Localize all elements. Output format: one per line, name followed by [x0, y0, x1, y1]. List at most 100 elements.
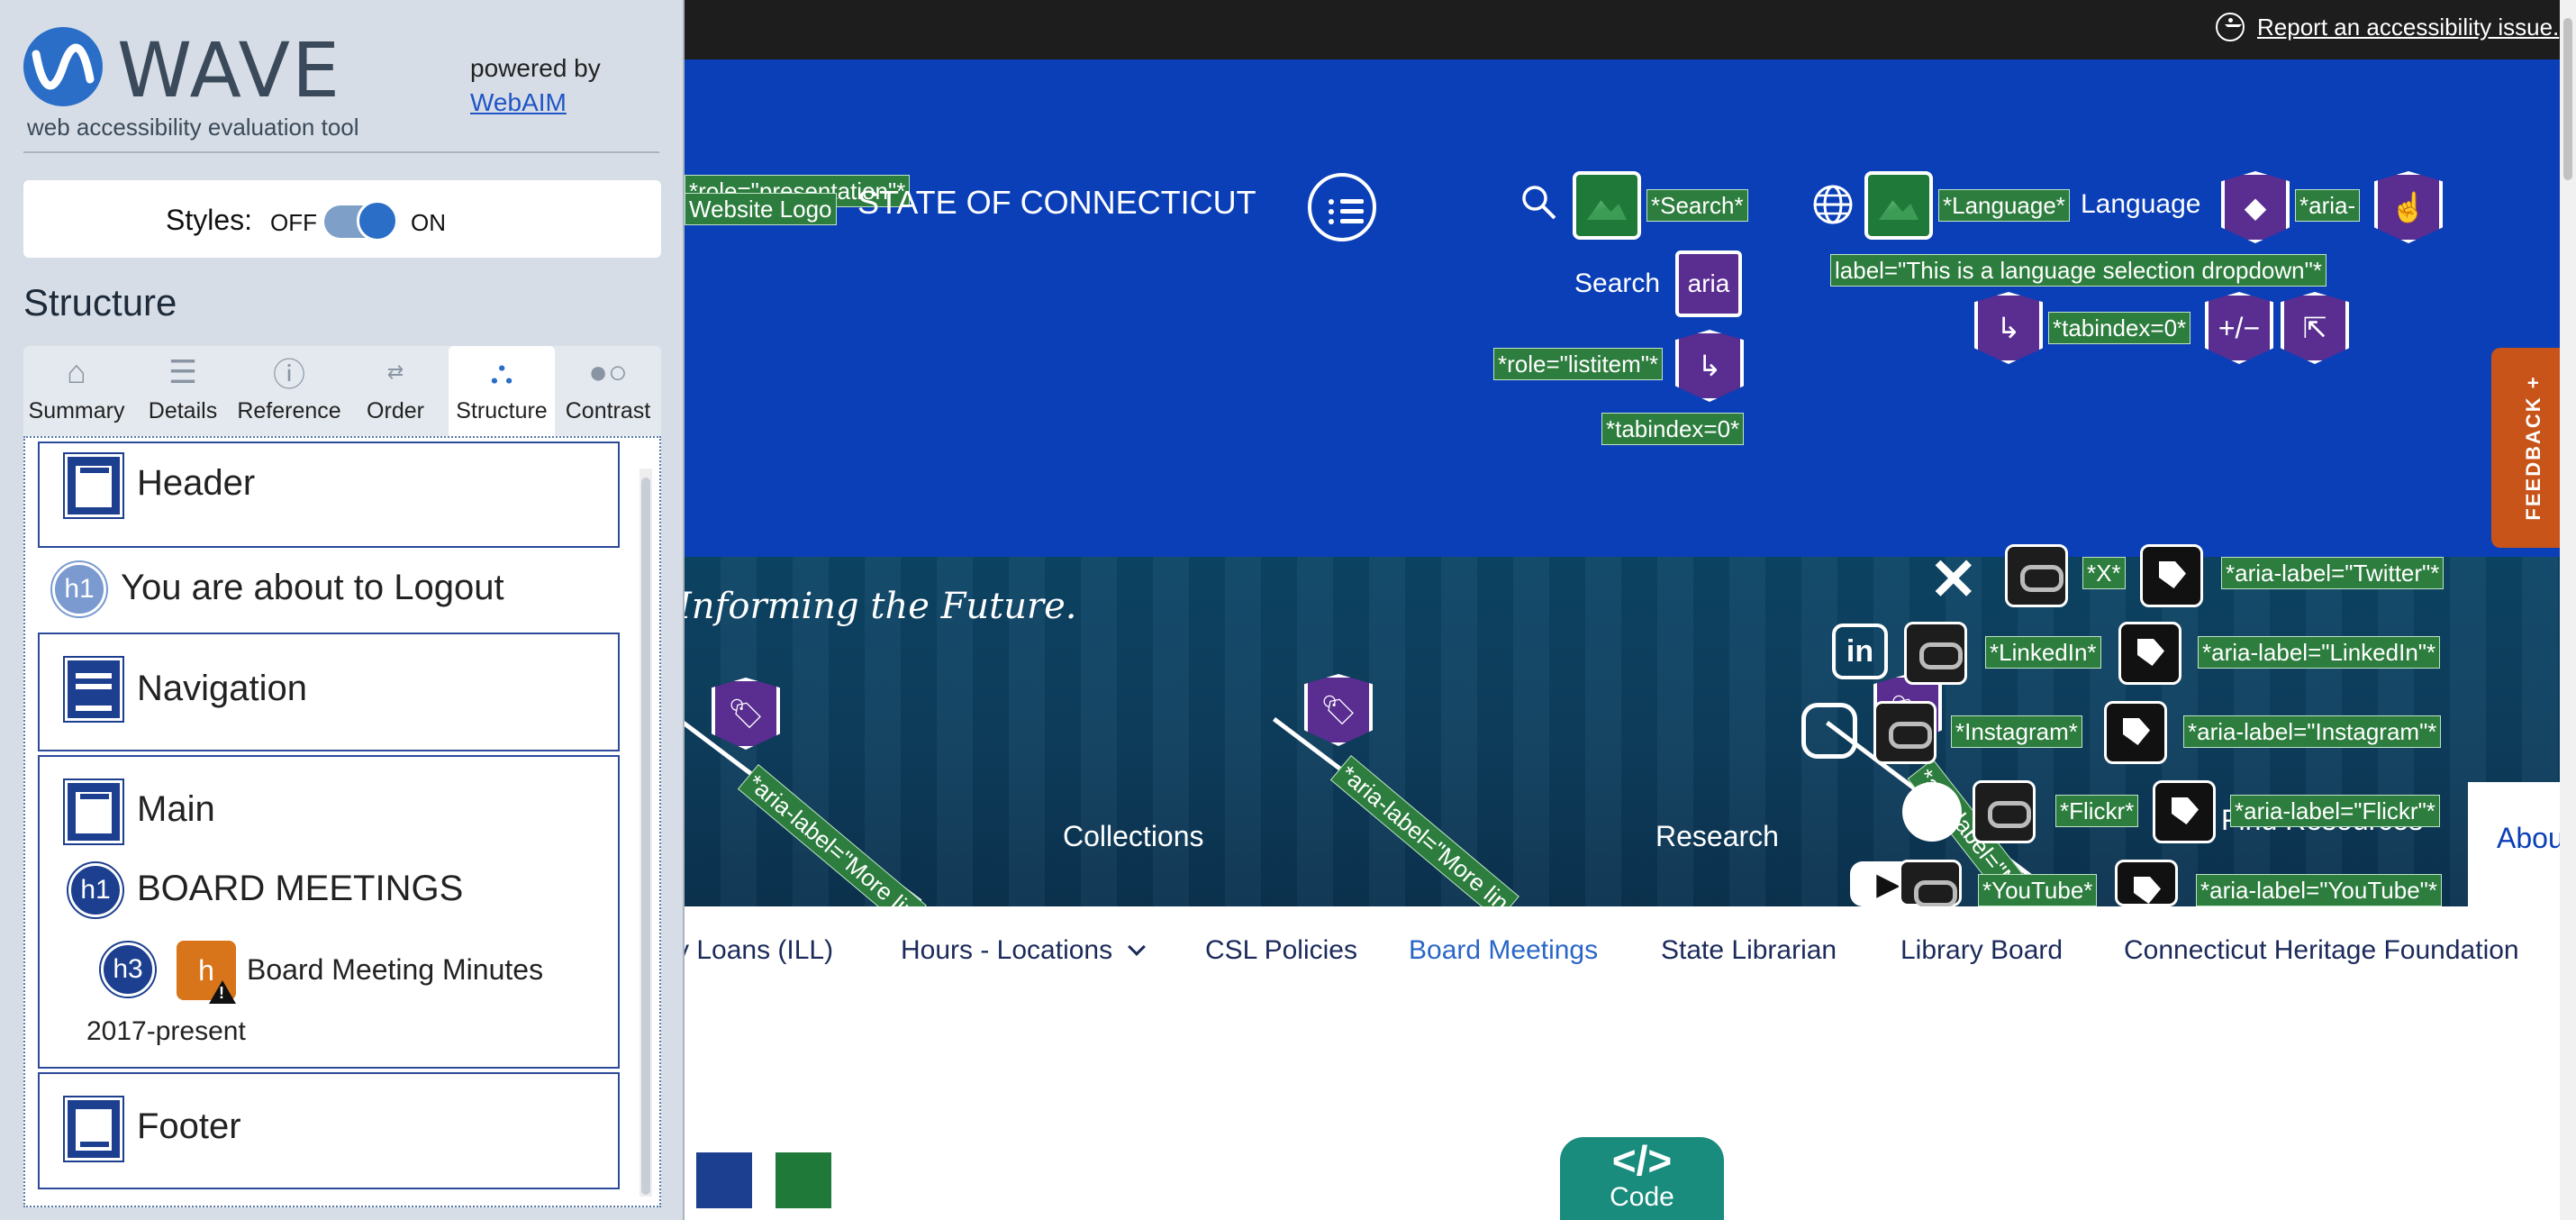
nav-collections[interactable]: Collections [1063, 820, 1204, 853]
home-icon: ⌂ [67, 353, 86, 390]
linkedin-icon[interactable]: in [1832, 624, 1888, 679]
wave-w-icon [32, 43, 95, 90]
wave-link-icon [1873, 701, 1937, 764]
region-footer[interactable] [38, 1072, 620, 1189]
heading-minutes-years: 2017-present [86, 1016, 246, 1046]
search-label[interactable]: Search [1574, 269, 1660, 299]
wave-tag-icon [2115, 860, 2178, 906]
accessibility-icon [2216, 13, 2245, 41]
webaim-link[interactable]: WebAIM [470, 88, 567, 117]
wave-subtitle: web accessibility evaluation tool [27, 114, 359, 141]
region-navigation-label: Navigation [137, 669, 308, 708]
wave-link-icon [1904, 622, 1967, 685]
wave-label-aria-lang-start: *aria- [2295, 189, 2361, 222]
subnav-library-board[interactable]: Library Board [1900, 935, 2063, 966]
styles-toggle-knob[interactable] [357, 200, 398, 241]
wave-tag-icon [2104, 701, 2167, 764]
report-accessibility-text: Report an accessibility issue. [2257, 13, 2560, 41]
tab-structure[interactable]: ⛬ Structure [449, 346, 555, 436]
main-region-icon [63, 778, 124, 845]
tab-label: Reference [237, 398, 341, 423]
nav-research[interactable]: Research [1655, 820, 1779, 853]
region-main-label: Main [137, 789, 215, 829]
globe-icon[interactable] [1812, 184, 1854, 225]
wave-title: WAVE [117, 26, 342, 114]
wave-label-tabindex: *tabindex=0* [2048, 312, 2191, 344]
tab-label: Contrast [565, 398, 651, 423]
instagram-icon[interactable] [1801, 703, 1857, 759]
subnav-state-librarian[interactable]: State Librarian [1661, 935, 1837, 966]
search-icon[interactable] [1520, 184, 1556, 220]
chevron-down-icon [1128, 938, 1147, 956]
wave-image-icon [1864, 171, 1933, 240]
tab-label: Structure [456, 398, 548, 423]
wave-label-aria-lang-end: label="This is a language selection drop… [1830, 254, 2327, 287]
region-navigation[interactable] [38, 633, 620, 751]
code-button[interactable]: </> Code [1560, 1137, 1724, 1220]
subnav-csl-policies[interactable]: CSL Policies [1205, 935, 1357, 966]
wave-label-aria-twitter: *aria-label="Twitter"* [2221, 557, 2444, 589]
language-label[interactable]: Language [2081, 189, 2200, 220]
hero-tagline: Informing the Future. [677, 586, 1077, 627]
tab-summary[interactable]: ⌂ Summary [23, 346, 130, 436]
popup-arrow-icon: ⇱ [2288, 299, 2342, 357]
powered-by-label: powered by [470, 54, 601, 82]
tab-label: Summary [28, 398, 125, 423]
tab-contrast[interactable]: ●○ Contrast [555, 346, 661, 436]
heading-logout[interactable]: You are about to Logout [121, 568, 504, 608]
tag-icon: 🏷 [719, 685, 773, 742]
hand-pointer-icon: ☝ [2381, 178, 2435, 236]
contrast-icon: ●○ [588, 353, 628, 390]
divider [23, 151, 659, 153]
subnav-board-meetings[interactable]: Board Meetings [1409, 935, 1598, 966]
wave-link-icon [1899, 860, 1962, 907]
tab-label: Order [367, 398, 424, 423]
heading-h1-icon: h1 [67, 861, 124, 919]
site-title[interactable]: STATE OF CONNECTICUT [857, 184, 1256, 222]
wave-link-icon [2005, 544, 2068, 607]
page-scrollbar[interactable] [2560, 0, 2576, 1220]
wave-logo-icon [23, 27, 103, 106]
menu-icon[interactable] [1308, 173, 1376, 241]
heading-h3-icon: h3 [99, 941, 157, 998]
wave-label-youtube: *YouTube* [1978, 874, 2098, 906]
wave-label-listitem: *role="listitem"* [1493, 348, 1664, 380]
wave-link-icon [1973, 780, 2036, 843]
info-icon: ⓘ [272, 356, 305, 393]
wave-region-icon [694, 1150, 755, 1211]
report-accessibility-link[interactable]: Report an accessibility issue. [2216, 9, 2559, 45]
enter-arrow-icon: ↳ [1982, 299, 2036, 357]
subnav-heritage-foundation[interactable]: Connecticut Heritage Foundation [2124, 935, 2519, 966]
structure-icon: ⛬ [490, 352, 513, 390]
plus-minus-icon: +/− [2212, 299, 2266, 357]
x-twitter-icon[interactable]: ✕ [1929, 546, 1978, 614]
wave-label-tabindex: *tabindex=0* [1601, 413, 1745, 445]
region-header-label: Header [137, 463, 256, 503]
heading-h1-icon: h1 [50, 560, 108, 618]
wave-label-instagram: *Instagram* [1951, 715, 2082, 748]
page-scrollbar-thumb[interactable] [2563, 18, 2572, 180]
heading-board-meetings[interactable]: BOARD MEETINGS [137, 869, 463, 909]
styles-on-label: ON [411, 209, 446, 236]
footer-region-icon [63, 1096, 124, 1162]
tag-icon: 🏷 [1311, 681, 1365, 739]
tab-order[interactable]: ⇄ Order [342, 346, 449, 436]
region-header[interactable] [38, 442, 620, 548]
wave-image-icon [1573, 171, 1641, 240]
region-footer-label: Footer [137, 1106, 241, 1146]
website-logo-alt: Website Logo [685, 193, 837, 225]
list-icon: ☰ [168, 353, 198, 390]
styles-label: Styles: [166, 204, 253, 236]
wave-tag-icon [2140, 544, 2203, 607]
tab-details[interactable]: ☰ Details [130, 346, 236, 436]
heading-minutes[interactable]: Board Meeting Minutes [247, 953, 543, 987]
subnav-hours-locations[interactable]: Hours - Locations [901, 935, 1147, 966]
code-icon: </> [1611, 1137, 1673, 1184]
flickr-icon[interactable] [1902, 782, 1962, 842]
tab-reference[interactable]: ⓘ Reference [236, 346, 342, 436]
panel-scrollbar-thumb[interactable] [641, 478, 650, 1195]
enter-arrow-icon: ↳ [1683, 337, 1737, 395]
subnav-ill[interactable]: ry Loans (ILL) [667, 935, 833, 966]
panel-title: Structure [23, 281, 177, 323]
wave-tag-icon [2118, 622, 2181, 685]
